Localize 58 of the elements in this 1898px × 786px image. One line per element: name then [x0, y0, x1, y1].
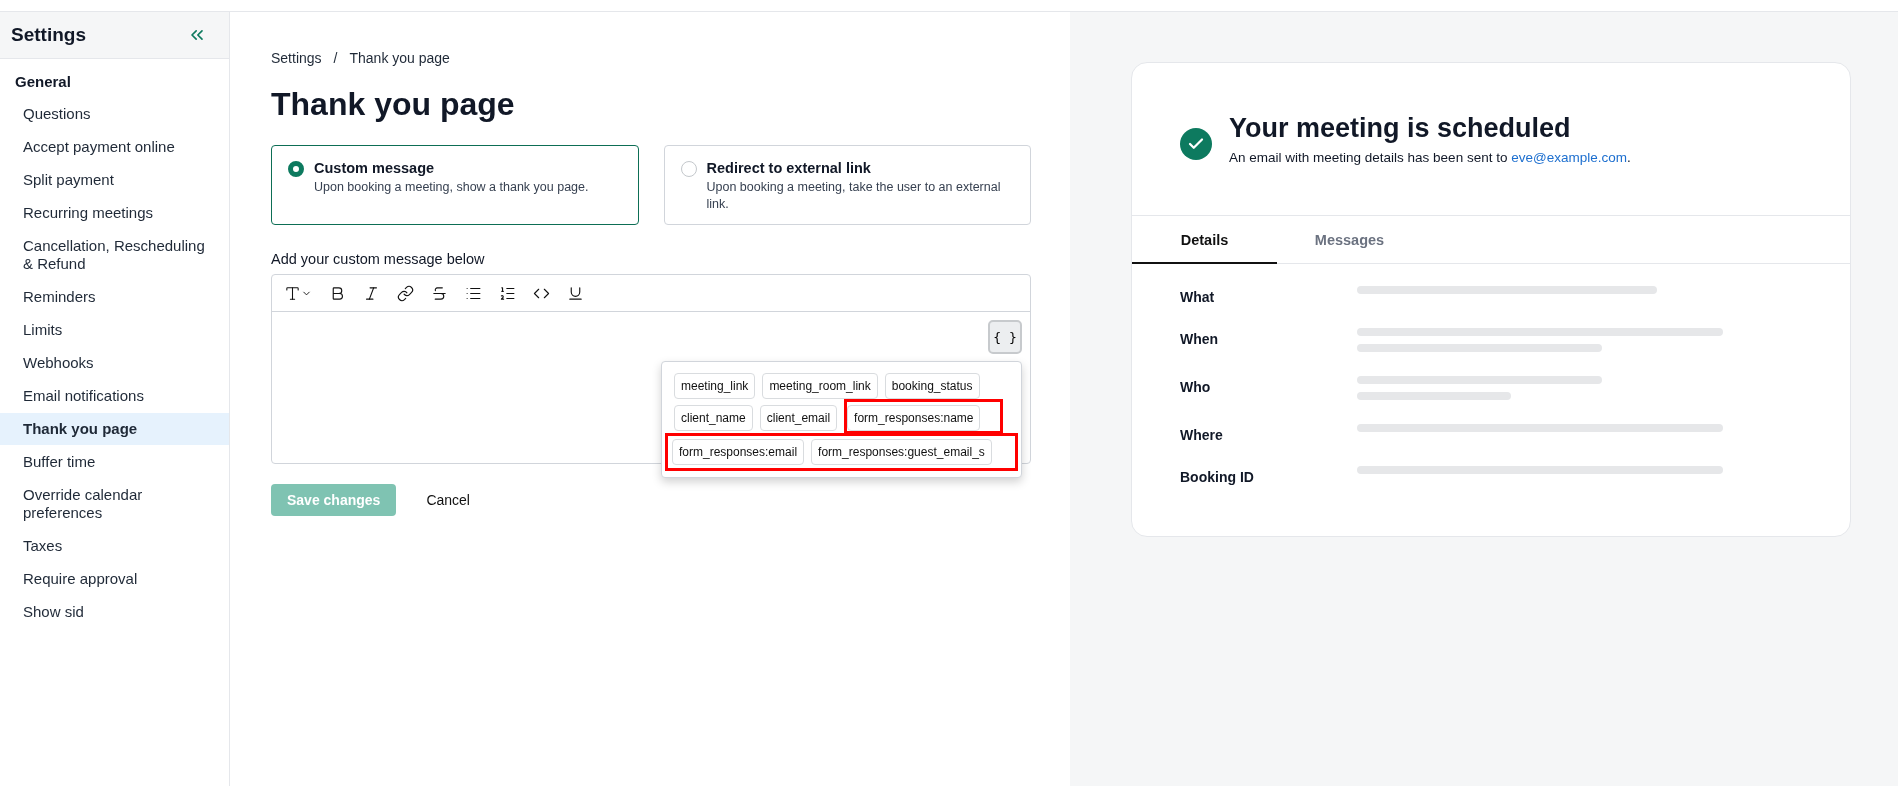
- detail-label: When: [1180, 330, 1220, 349]
- variable-chip[interactable]: meeting_room_link: [762, 373, 878, 399]
- confirmation-title: Your meeting is scheduled: [1229, 113, 1572, 144]
- detail-label: Booking ID: [1180, 468, 1255, 487]
- sidebar-title: Settings: [11, 24, 86, 46]
- italic-icon[interactable]: [363, 284, 380, 302]
- sidebar-item[interactable]: Override calendar preferences: [0, 479, 229, 529]
- option-card[interactable]: Redirect to external link Upon booking a meeting, take the user to an external link.: [663, 145, 1031, 225]
- tab[interactable]: Details: [1132, 216, 1277, 264]
- sidebar-item[interactable]: Limits: [0, 314, 229, 346]
- option-description: Upon booking a meeting, take the user to an external link.: [706, 179, 1002, 213]
- variable-chip[interactable]: form_responses:email: [672, 439, 805, 465]
- sidebar-item[interactable]: Thank you page: [0, 413, 229, 445]
- sidebar-item[interactable]: Split payment: [0, 164, 229, 196]
- sidebar-item[interactable]: Questions: [0, 98, 229, 130]
- variable-chip[interactable]: client_email: [759, 405, 838, 431]
- variable-chip[interactable]: client_name: [674, 405, 753, 431]
- sidebar-item[interactable]: Show sid: [0, 596, 229, 628]
- variable-chip[interactable]: form_responses:name: [847, 405, 981, 431]
- sidebar-item[interactable]: Taxes: [0, 530, 229, 562]
- sidebar-item[interactable]: Cancellation, Rescheduling & Refund: [0, 230, 229, 280]
- cancel-button[interactable]: Cancel: [420, 491, 476, 509]
- sidebar-item[interactable]: Email notifications: [0, 380, 229, 412]
- breadcrumb-separator: /: [333, 50, 338, 66]
- text-style-icon: [284, 284, 301, 302]
- page-title: Thank you page: [271, 86, 516, 123]
- variable-chip[interactable]: booking_status: [884, 373, 980, 399]
- email-link[interactable]: eve@example.com: [1511, 150, 1627, 165]
- option-title: Redirect to external link: [706, 160, 872, 176]
- text-style-dropdown[interactable]: [284, 284, 312, 302]
- option-description: Upon booking a meeting, show a thank you page.: [314, 179, 589, 196]
- sidebar-item[interactable]: Buffer time: [0, 446, 229, 478]
- tab[interactable]: Messages: [1277, 216, 1422, 264]
- variable-chip[interactable]: meeting_link: [674, 373, 756, 399]
- strikethrough-icon[interactable]: [431, 284, 448, 302]
- variable-chip[interactable]: form_responses:guest_email_s: [811, 439, 992, 465]
- variables-button[interactable]: { }: [988, 320, 1022, 354]
- breadcrumb-item[interactable]: Settings: [271, 50, 322, 66]
- detail-label: What: [1180, 288, 1216, 307]
- confirmation-message: An email with meeting details has been sent to eve@example.com.: [1229, 150, 1631, 165]
- radio-button[interactable]: [288, 161, 304, 177]
- option-title: Custom message: [314, 160, 436, 176]
- breadcrumb-item: Thank you page: [349, 50, 450, 66]
- sidebar-item[interactable]: Accept payment online: [0, 131, 229, 163]
- link-icon[interactable]: [397, 284, 414, 302]
- check-icon: [1180, 128, 1212, 160]
- sidebar-item[interactable]: Recurring meetings: [0, 197, 229, 229]
- editor-label: Add your custom message below: [271, 251, 486, 267]
- numbered-list-icon[interactable]: [499, 284, 516, 302]
- option-card[interactable]: Custom message Upon booking a meeting, show a thank you page.: [271, 145, 639, 225]
- radio-button[interactable]: [680, 161, 697, 177]
- sidebar-item[interactable]: Require approval: [0, 563, 229, 595]
- underline-icon[interactable]: [567, 284, 584, 302]
- sidebar-section: General: [0, 59, 229, 98]
- detail-label: Where: [1180, 426, 1224, 445]
- sidebar-item[interactable]: Webhooks: [0, 347, 229, 379]
- detail-label: Who: [1180, 378, 1212, 397]
- sidebar-item[interactable]: Reminders: [0, 281, 229, 313]
